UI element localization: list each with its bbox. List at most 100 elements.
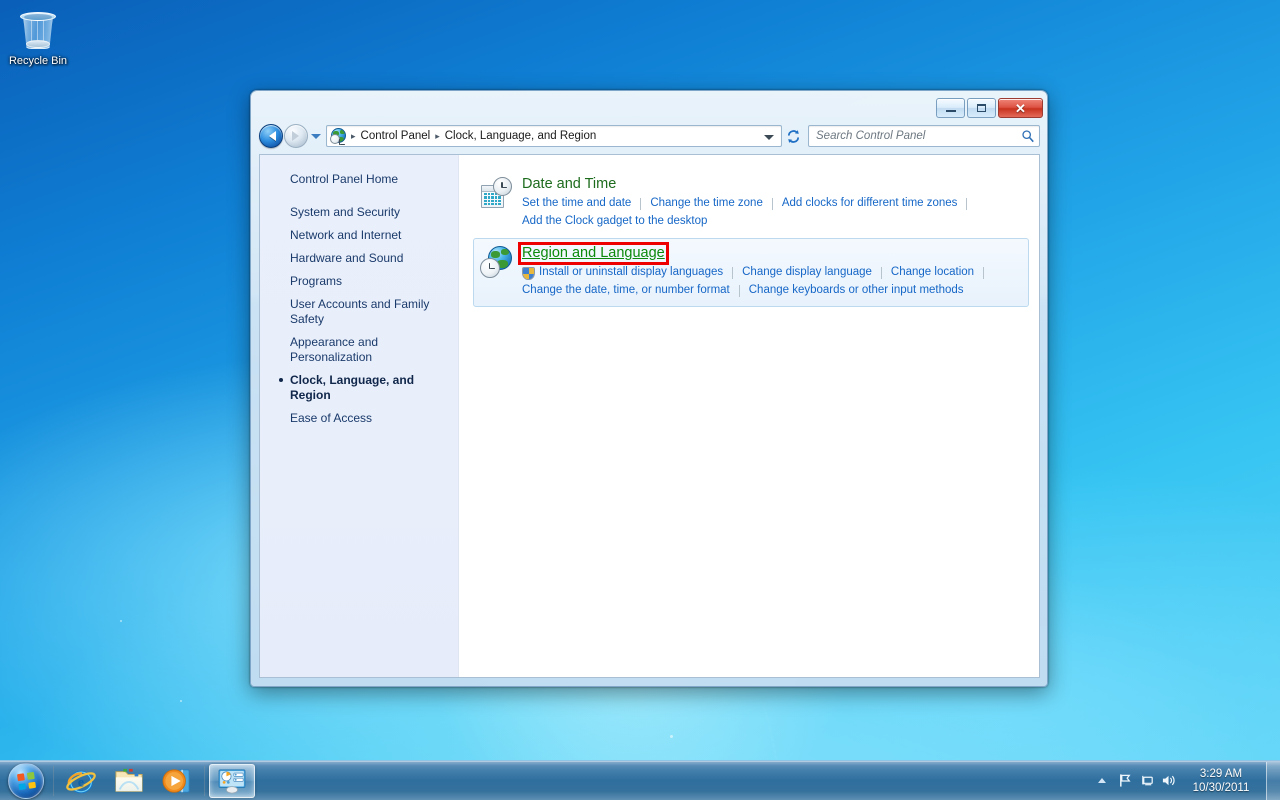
category-title-region-and-language[interactable]: Region and Language: [522, 244, 665, 263]
sidebar-item-ease-of-access[interactable]: Ease of Access: [260, 407, 458, 430]
system-tray: 3:29 AM 10/30/2011: [1090, 761, 1280, 800]
control-panel-window[interactable]: ✕ ▸ Control Panel ▸ Clock, Language, and…: [250, 90, 1048, 687]
forward-arrow-icon: [291, 131, 304, 141]
start-button[interactable]: [2, 762, 50, 800]
recycle-bin-icon: [14, 6, 62, 54]
wallpaper-sparkle: [120, 620, 122, 622]
taskbar[interactable]: e 3:29 AM 10/30/2011: [0, 760, 1280, 800]
command-row: Add the Clock gadget to the desktop: [522, 213, 1022, 230]
breadcrumb-control-panel[interactable]: Control Panel: [359, 130, 433, 142]
recent-pages-button[interactable]: [308, 124, 323, 148]
sidebar-item-network-and-internet[interactable]: Network and Internet: [260, 224, 458, 247]
internet-explorer-icon: e: [66, 770, 96, 793]
taskbar-item-windows-explorer[interactable]: [106, 764, 152, 798]
search-box[interactable]: [808, 125, 1040, 147]
close-button[interactable]: ✕: [998, 98, 1043, 118]
folder-icon: [115, 768, 143, 792]
chevron-down-icon: [310, 133, 321, 139]
sidebar-item-system-and-security[interactable]: System and Security: [260, 201, 458, 224]
clock-time: 3:29 AM: [1199, 767, 1243, 780]
link-add-the-clock-gadget-to-the-desktop[interactable]: Add the Clock gadget to the desktop: [522, 213, 707, 230]
taskbar-task-control-panel[interactable]: [209, 763, 255, 798]
breadcrumb-separator: ▸: [435, 130, 440, 141]
link-divider: [732, 266, 734, 279]
command-row: Install or uninstall display languages C…: [522, 264, 1022, 281]
uac-shield-icon: [522, 267, 535, 280]
link-add-clocks-for-different-time-zones[interactable]: Add clocks for different time zones: [782, 195, 958, 212]
window-controls: ✕: [936, 98, 1043, 118]
breadcrumb-clock-language-region[interactable]: Clock, Language, and Region: [443, 130, 599, 142]
category-text: Date and Time Set the time and date Chan…: [522, 175, 1022, 230]
window-body: Control Panel Home System and Security N…: [259, 154, 1040, 678]
maximize-icon: [977, 104, 986, 112]
category-region-and-language[interactable]: Region and Language Install or uninstall…: [473, 238, 1029, 307]
globe-clock-icon: [480, 246, 512, 278]
back-arrow-icon: [264, 131, 276, 141]
taskbar-divider: [204, 765, 205, 796]
maximize-button[interactable]: [967, 98, 996, 118]
wallpaper-sparkle: [670, 735, 673, 738]
content-area: Date and Time Set the time and date Chan…: [459, 155, 1039, 677]
minimize-icon: [945, 110, 956, 112]
minimize-button[interactable]: [936, 98, 965, 118]
desktop-icon-recycle-bin[interactable]: Recycle Bin: [4, 6, 72, 68]
close-icon: ✕: [1015, 100, 1026, 116]
desktop[interactable]: Recycle Bin ✕ ▸ Control Panel ▸ Clock, L…: [0, 0, 1280, 800]
command-row: Change the date, time, or number format …: [522, 282, 1022, 299]
clock-date: 10/30/2011: [1192, 781, 1250, 794]
link-change-the-date-time-or-number-format[interactable]: Change the date, time, or number format: [522, 282, 730, 299]
windows-logo-icon: [8, 762, 44, 799]
search-icon[interactable]: [1021, 129, 1035, 143]
wallpaper-sparkle: [180, 700, 182, 702]
volume-icon[interactable]: [1158, 769, 1180, 793]
show-desktop-button[interactable]: [1266, 761, 1280, 800]
link-divider: [983, 266, 985, 279]
title-bar[interactable]: ✕: [251, 91, 1047, 121]
category-text: Region and Language Install or uninstall…: [522, 244, 1022, 299]
svg-text:e: e: [78, 774, 84, 790]
link-change-display-language[interactable]: Change display language: [742, 264, 872, 281]
clock[interactable]: 3:29 AM 10/30/2011: [1180, 767, 1262, 795]
refresh-icon: [787, 129, 799, 143]
link-change-keyboards-or-other-input-methods[interactable]: Change keyboards or other input methods: [749, 282, 964, 299]
control-panel-icon: [330, 128, 346, 145]
address-dropdown-button[interactable]: [759, 127, 779, 145]
address-bar[interactable]: ▸ Control Panel ▸ Clock, Language, and R…: [326, 125, 782, 147]
action-center-flag-icon[interactable]: [1114, 769, 1136, 793]
sidebar-item-hardware-and-sound[interactable]: Hardware and Sound: [260, 247, 458, 270]
desktop-icon-label: Recycle Bin: [8, 55, 68, 67]
link-install-or-uninstall-display-languages[interactable]: Install or uninstall display languages: [539, 264, 723, 281]
link-change-the-time-zone[interactable]: Change the time zone: [650, 195, 763, 212]
sidebar-item-control-panel-home[interactable]: Control Panel Home: [260, 168, 458, 191]
link-divider: [880, 266, 882, 279]
category-date-and-time[interactable]: Date and Time Set the time and date Chan…: [473, 169, 1029, 238]
sidebar-item-clock-language-and-region[interactable]: Clock, Language, and Region: [260, 369, 458, 407]
category-title-date-and-time[interactable]: Date and Time: [522, 175, 616, 194]
link-divider: [771, 197, 773, 210]
link-set-the-time-and-date[interactable]: Set the time and date: [522, 195, 631, 212]
breadcrumb-separator: ▸: [351, 130, 356, 141]
forward-button[interactable]: [284, 124, 308, 148]
back-button[interactable]: [259, 124, 283, 148]
calendar-clock-icon: [480, 177, 512, 209]
show-hidden-icons-button[interactable]: [1090, 778, 1114, 783]
sidebar-item-user-accounts-and-family-safety[interactable]: User Accounts and Family Safety: [260, 293, 458, 331]
taskbar-item-windows-media-player[interactable]: [154, 764, 200, 798]
link-change-location[interactable]: Change location: [891, 264, 974, 281]
sidebar-item-appearance-and-personalization[interactable]: Appearance and Personalization: [260, 331, 458, 369]
media-player-icon: [162, 768, 190, 793]
refresh-button[interactable]: [782, 125, 804, 147]
command-row: Set the time and date Change the time zo…: [522, 195, 1022, 212]
chevron-up-icon: [1098, 778, 1106, 783]
link-divider: [640, 197, 642, 210]
navigation-sidebar: Control Panel Home System and Security N…: [260, 155, 459, 677]
control-panel-icon: [218, 768, 246, 793]
search-input[interactable]: [816, 130, 1021, 142]
navigation-bar: ▸ Control Panel ▸ Clock, Language, and R…: [259, 121, 1040, 151]
network-icon[interactable]: [1136, 769, 1158, 793]
sidebar-item-programs[interactable]: Programs: [260, 270, 458, 293]
taskbar-item-internet-explorer[interactable]: e: [58, 764, 104, 798]
taskbar-divider: [53, 765, 54, 796]
link-divider: [966, 197, 968, 210]
